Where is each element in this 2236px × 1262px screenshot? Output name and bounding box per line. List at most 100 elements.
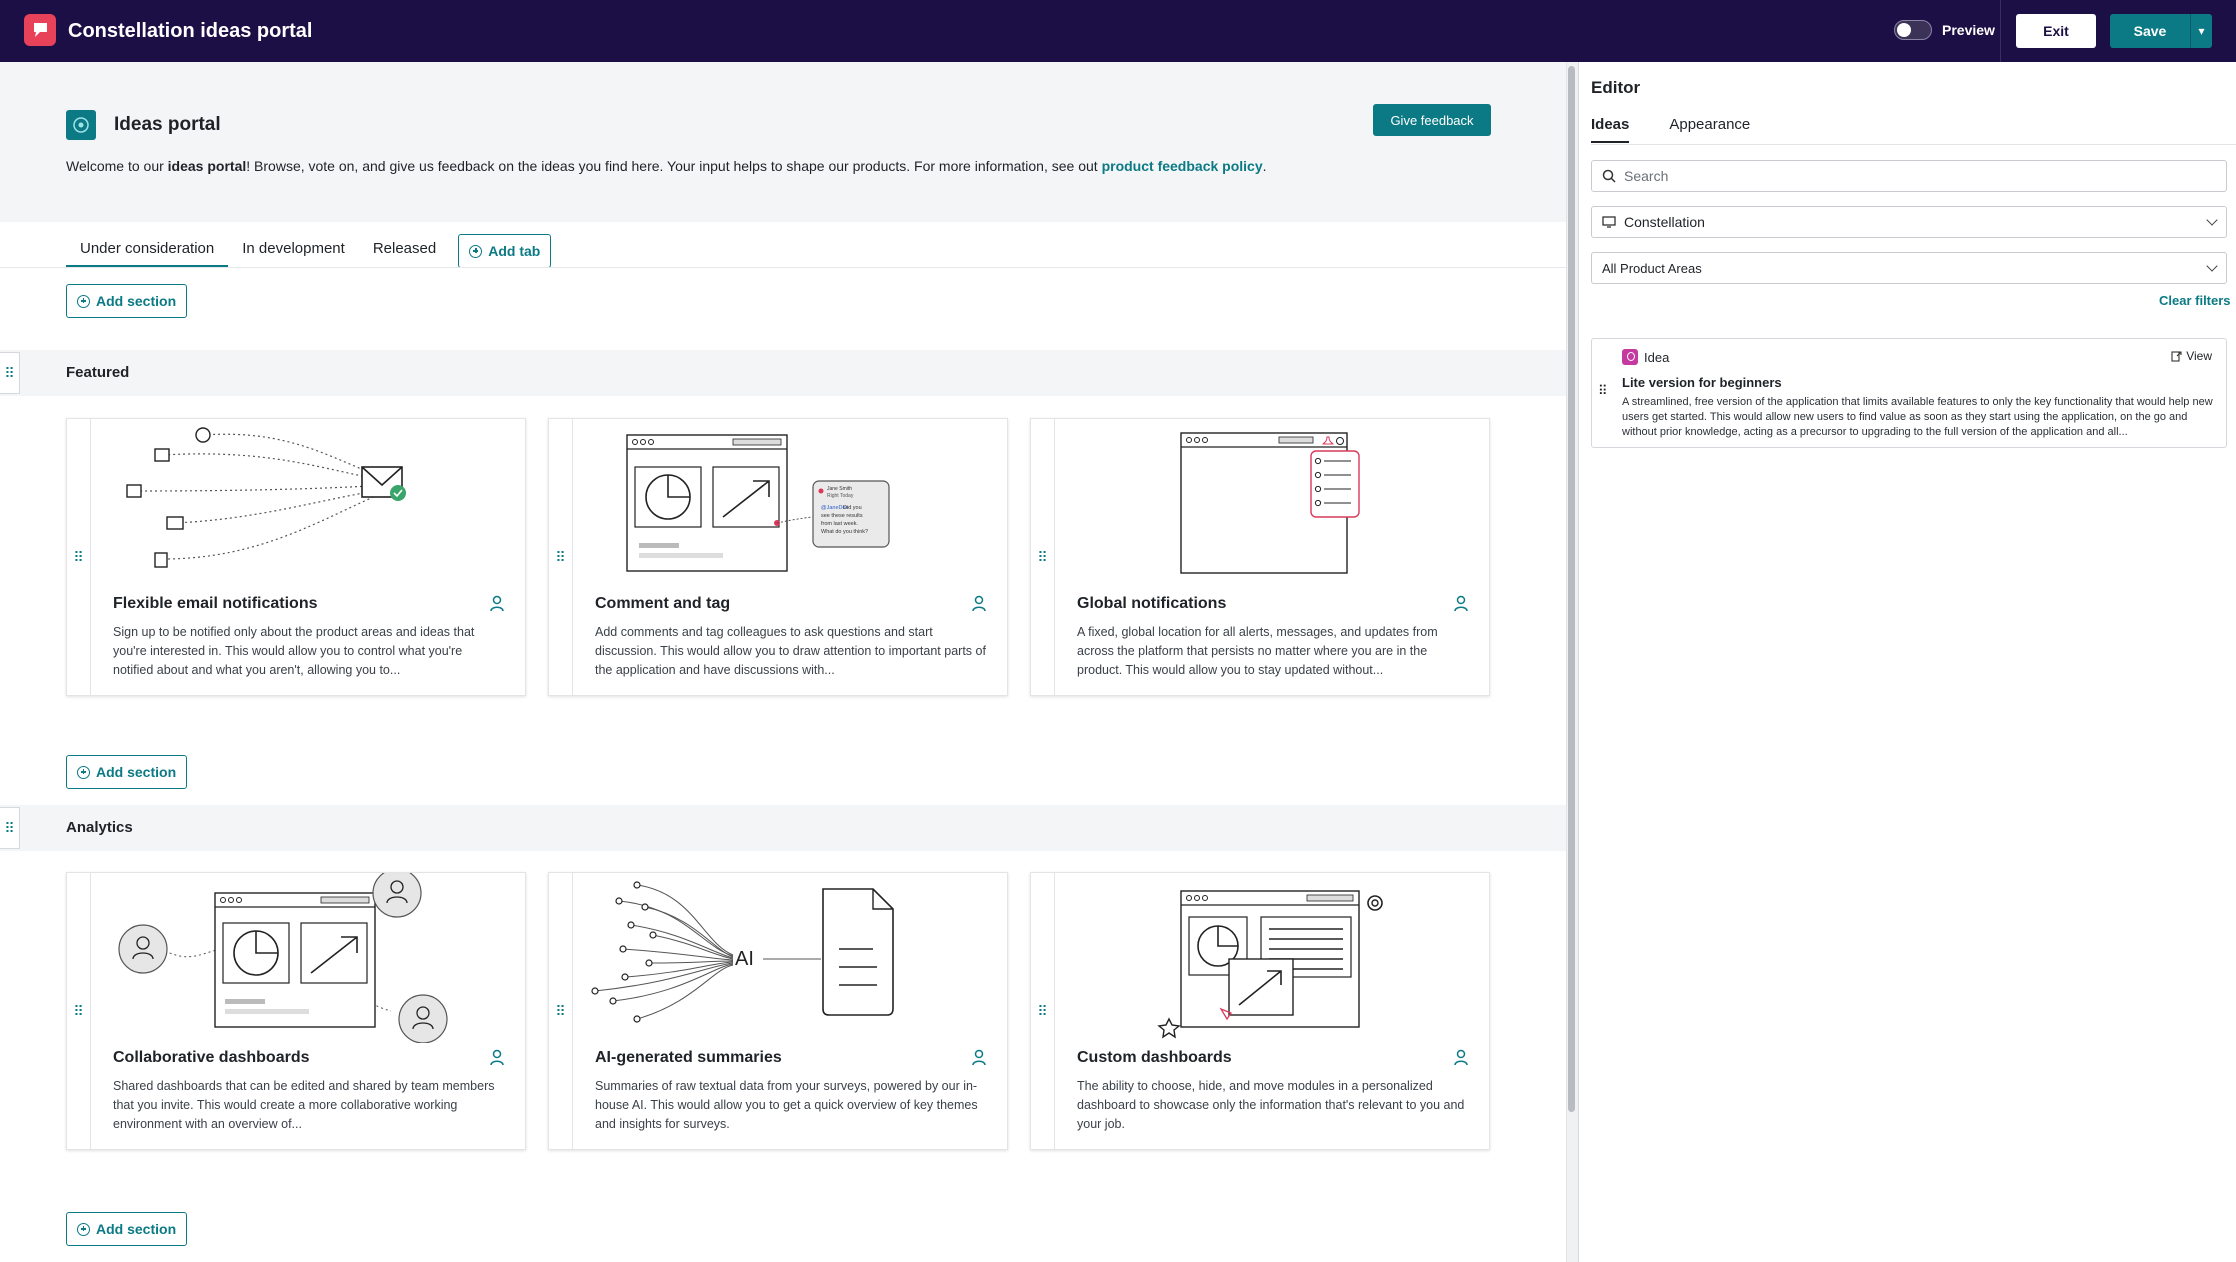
app-title: Constellation ideas portal	[68, 20, 313, 42]
portal-header: Ideas portal Give feedback Welcome to ou…	[0, 62, 1568, 222]
portal-canvas: Ideas portal Give feedback Welcome to ou…	[0, 62, 1568, 1262]
drag-handle-icon[interactable]: ⠿	[549, 419, 573, 695]
card-title: Collaborative dashboards	[113, 1049, 310, 1066]
portal-tabs: Under consideration In development Relea…	[66, 228, 552, 268]
save-options-button[interactable]: ▾	[2190, 14, 2212, 48]
idea-type-badge: Idea	[1622, 349, 1669, 365]
global-notifications-illustration	[1180, 432, 1360, 574]
user-icon[interactable]	[1453, 1049, 1469, 1067]
welcome-bold: ideas portal	[167, 158, 247, 174]
product-area-select[interactable]: All Product Areas	[1591, 252, 2227, 284]
welcome-prefix: Welcome to our	[66, 158, 168, 174]
card-title: Comment and tag	[595, 595, 731, 612]
idea-card[interactable]: ⠿ Custom dashboards The ability to choos…	[1030, 872, 1490, 1150]
drag-handle-icon[interactable]: ⠿	[1598, 383, 1608, 399]
email-notifications-illustration	[126, 427, 406, 568]
search-icon	[1602, 169, 1616, 183]
give-feedback-button[interactable]: Give feedback	[1373, 104, 1491, 136]
card-title: Flexible email notifications	[113, 595, 318, 612]
editor-panel: Editor Ideas Appearance Search Constella…	[1578, 62, 2236, 1262]
clear-filters-link[interactable]: Clear filters	[2159, 293, 2231, 308]
scrollbar-thumb[interactable]	[1568, 66, 1575, 1112]
portal-logo-icon	[73, 117, 89, 133]
exit-button[interactable]: Exit	[2016, 14, 2096, 48]
section-header-featured: Featured	[0, 350, 1568, 396]
portal-logo	[66, 110, 96, 140]
collaborative-dashboards-illustration	[118, 873, 448, 1043]
ai-summaries-illustration: AI	[591, 881, 894, 1023]
user-icon[interactable]	[1453, 595, 1469, 613]
idea-list-item[interactable]: ⠿ Idea View Lite version for beginners A…	[1591, 338, 2227, 448]
add-section-label: Add section	[96, 1221, 177, 1237]
save-button[interactable]: Save	[2110, 14, 2190, 48]
tab-in-development[interactable]: In development	[228, 228, 359, 268]
tab-appearance[interactable]: Appearance	[1669, 116, 1750, 143]
drag-handle-icon[interactable]: ⠿	[1031, 419, 1055, 695]
idea-card[interactable]: ⠿ Global notifications A fixed, global l…	[1030, 418, 1490, 696]
search-placeholder: Search	[1624, 168, 1669, 184]
app-logo	[24, 14, 56, 46]
welcome-text: Welcome to our ideas portal! Browse, vot…	[66, 158, 1267, 174]
view-button[interactable]: View	[2171, 349, 2212, 363]
add-tab-button[interactable]: Add tab	[458, 234, 552, 268]
idea-description: A streamlined, free version of the appli…	[1622, 396, 2213, 438]
card-description: A fixed, global location for all alerts,…	[1077, 625, 1438, 677]
chevron-down-icon: ▾	[2198, 24, 2205, 38]
divider	[2000, 0, 2001, 62]
user-icon[interactable]	[489, 1049, 505, 1067]
product-select[interactable]: Constellation	[1591, 206, 2227, 238]
card-title: Global notifications	[1077, 595, 1227, 612]
divider	[0, 267, 1568, 268]
lightbulb-icon	[1622, 349, 1638, 365]
add-section-button[interactable]: Add section	[66, 1212, 188, 1246]
toggle-switch[interactable]	[1894, 20, 1932, 40]
add-section-label: Add section	[96, 764, 177, 780]
comment-text: Did you	[843, 505, 862, 511]
section-header-analytics: Analytics	[0, 805, 1568, 851]
preview-toggle[interactable]: Preview	[1894, 20, 1995, 40]
drag-handle-icon[interactable]: ⠿	[67, 419, 91, 695]
preview-label: Preview	[1942, 22, 1995, 38]
welcome-suffix: .	[1262, 158, 1267, 174]
add-section-button[interactable]: Add section	[66, 755, 188, 789]
chevron-down-icon	[2206, 260, 2218, 272]
drag-handle-icon[interactable]: ⠿	[67, 873, 91, 1149]
editor-tabs: Ideas Appearance	[1591, 116, 1750, 143]
user-icon[interactable]	[489, 595, 505, 613]
comment-time: Right Today	[827, 493, 854, 499]
divider	[1591, 144, 2236, 145]
idea-card[interactable]: ⠿ Jane Smith Right Today @JaneDoe Did yo…	[548, 418, 1008, 696]
add-tab-label: Add tab	[488, 243, 541, 259]
plus-circle-icon	[77, 1222, 90, 1236]
section-title: Featured	[66, 364, 130, 381]
chevron-down-icon	[2206, 214, 2218, 226]
ai-label: AI	[735, 948, 754, 970]
feedback-policy-link[interactable]: product feedback policy	[1102, 158, 1263, 174]
drag-handle-icon[interactable]: ⠿	[549, 873, 573, 1149]
search-input[interactable]: Search	[1591, 160, 2227, 192]
add-section-button[interactable]: Add section	[66, 284, 188, 318]
card-title: Custom dashboards	[1077, 1049, 1232, 1066]
drag-handle-icon[interactable]: ⠿	[0, 807, 20, 849]
comment-name: Jane Smith	[827, 486, 852, 492]
tab-under-consideration[interactable]: Under consideration	[66, 228, 229, 268]
tab-released[interactable]: Released	[359, 228, 450, 268]
comment-text: see these results	[821, 513, 863, 519]
comment-text: What do you think?	[821, 529, 868, 535]
editor-title: Editor	[1591, 78, 1641, 97]
product-select-value: Constellation	[1624, 214, 1705, 230]
welcome-middle: ! Browse, vote on, and give us feedback …	[246, 158, 1102, 174]
view-label: View	[2186, 349, 2212, 363]
user-icon[interactable]	[971, 595, 987, 613]
comment-text: from last week.	[821, 521, 858, 527]
user-icon[interactable]	[971, 1049, 987, 1067]
drag-handle-icon[interactable]: ⠿	[0, 352, 20, 394]
idea-card[interactable]: ⠿ AI AI-generated summaries Summaries of…	[548, 872, 1008, 1150]
product-area-value: All Product Areas	[1602, 260, 1702, 276]
portal-title: Ideas portal	[114, 114, 221, 135]
idea-card[interactable]: ⠿ Flexible email notifications Sign up t…	[66, 418, 526, 696]
tab-ideas[interactable]: Ideas	[1591, 116, 1630, 143]
drag-handle-icon[interactable]: ⠿	[1031, 873, 1055, 1149]
add-section-label: Add section	[96, 293, 177, 309]
idea-card[interactable]: ⠿ Collaborative dashboards Shared dashbo…	[66, 872, 526, 1150]
